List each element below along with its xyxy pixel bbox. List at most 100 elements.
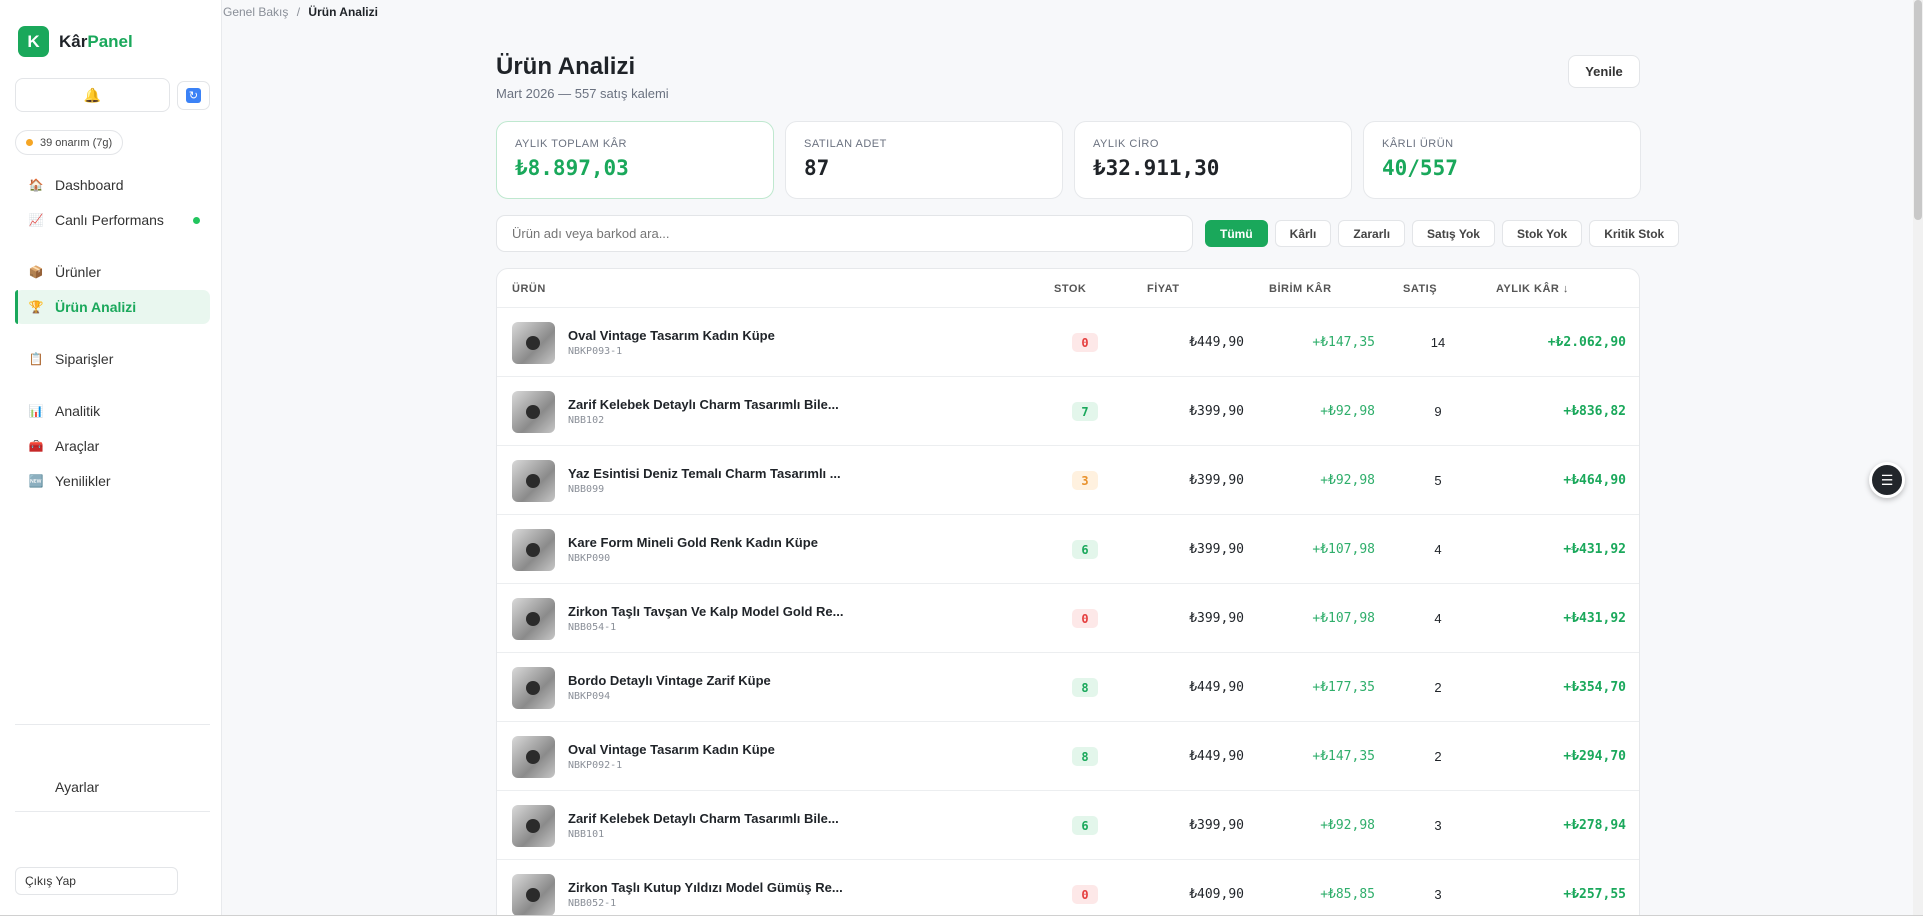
product-name[interactable]: Zarif Kelebek Detaylı Charm Tasarımlı Bi… bbox=[568, 397, 839, 412]
logout-button[interactable]: Çıkış Yap bbox=[15, 867, 178, 895]
price-cell: ₺449,90 bbox=[1189, 680, 1244, 695]
product-name[interactable]: Zirkon Taşlı Tavşan Ve Kalp Model Gold R… bbox=[568, 604, 843, 619]
scrollbar[interactable] bbox=[1913, 0, 1923, 916]
table-row[interactable]: Yaz Esintisi Deniz Temalı Charm Tasarıml… bbox=[497, 446, 1639, 515]
stock-badge: 3 bbox=[1072, 471, 1098, 490]
sidebar-item-tools[interactable]: 🧰 Araçlar bbox=[15, 429, 210, 463]
table-row[interactable]: Zarif Kelebek Detaylı Charm Tasarımlı Bi… bbox=[497, 377, 1639, 446]
price-cell: ₺449,90 bbox=[1189, 749, 1244, 764]
price-cell: ₺399,90 bbox=[1189, 818, 1244, 833]
product-thumbnail bbox=[512, 529, 555, 571]
table-row[interactable]: Oval Vintage Tasarım Kadın Küpe NBKP092-1… bbox=[497, 722, 1639, 791]
product-thumbnail bbox=[512, 598, 555, 640]
col-unit-profit[interactable]: BİRİM KÂR bbox=[1269, 283, 1332, 295]
filter-critical-stock[interactable]: Kritik Stok bbox=[1589, 220, 1680, 247]
brand[interactable]: K KârPanel bbox=[18, 26, 133, 57]
product-name[interactable]: Yaz Esintisi Deniz Temalı Charm Tasarıml… bbox=[568, 466, 841, 481]
stock-badge: 8 bbox=[1072, 747, 1098, 766]
approvals-label: 39 onarım (7g) bbox=[40, 136, 113, 149]
filter-out-of-stock[interactable]: Stok Yok bbox=[1501, 220, 1583, 247]
notifications-button[interactable]: 🔔 bbox=[15, 78, 170, 112]
sales-cell: 3 bbox=[1434, 818, 1442, 833]
filter-loss[interactable]: Zararlı bbox=[1338, 220, 1406, 247]
bell-icon: 🔔 bbox=[83, 86, 102, 103]
bar-chart-icon: 📊 bbox=[28, 404, 44, 418]
stat-label: AYLIK CİRO bbox=[1093, 138, 1159, 150]
sidebar-item-label: Analitik bbox=[55, 403, 101, 419]
sales-cell: 2 bbox=[1434, 680, 1442, 695]
sidebar-item-label: Canlı Performans bbox=[55, 212, 164, 228]
search-input[interactable] bbox=[496, 215, 1193, 252]
monthly-profit-cell: +₺431,92 bbox=[1563, 611, 1626, 626]
stock-badge: 0 bbox=[1072, 333, 1098, 352]
unit-profit-cell: +₺92,98 bbox=[1320, 818, 1375, 833]
filter-profitable[interactable]: Kârlı bbox=[1274, 220, 1332, 247]
col-monthly-profit[interactable]: AYLIK KÂR ↓ bbox=[1496, 283, 1569, 295]
product-thumbnail bbox=[512, 874, 555, 915]
table-body: Oval Vintage Tasarım Kadın Küpe NBKP093-1… bbox=[497, 308, 1639, 915]
unit-profit-cell: +₺107,98 bbox=[1312, 542, 1375, 557]
table-row[interactable]: Zirkon Taşlı Kutup Yıldızı Model Gümüş R… bbox=[497, 860, 1639, 915]
product-name[interactable]: Zarif Kelebek Detaylı Charm Tasarımlı Bi… bbox=[568, 811, 839, 826]
sidebar-item-orders[interactable]: 📋 Siparişler bbox=[15, 342, 210, 376]
page-title: Ürün Analizi bbox=[496, 53, 636, 80]
refresh-button[interactable]: Yenile bbox=[1568, 55, 1640, 88]
sales-cell: 2 bbox=[1434, 749, 1442, 764]
col-stock[interactable]: STOK bbox=[1054, 283, 1086, 295]
product-name[interactable]: Bordo Detaylı Vintage Zarif Küpe bbox=[568, 673, 771, 688]
product-name[interactable]: Kare Form Mineli Gold Renk Kadın Küpe bbox=[568, 535, 818, 550]
stock-badge: 6 bbox=[1072, 540, 1098, 559]
sidebar-item-product-analysis[interactable]: 🏆 Ürün Analizi bbox=[15, 290, 210, 324]
col-product[interactable]: ÜRÜN bbox=[512, 283, 546, 295]
status-dot-icon bbox=[26, 139, 33, 146]
col-sales[interactable]: SATIŞ bbox=[1403, 283, 1437, 295]
product-thumbnail bbox=[512, 460, 555, 502]
table-row[interactable]: Bordo Detaylı Vintage Zarif Küpe NBKP094 8… bbox=[497, 653, 1639, 722]
table-row[interactable]: Oval Vintage Tasarım Kadın Küpe NBKP093-1… bbox=[497, 308, 1639, 377]
filter-all[interactable]: Tümü bbox=[1205, 220, 1268, 247]
sidebar-item-dashboard[interactable]: 🏠 Dashboard bbox=[15, 168, 210, 202]
sidebar-item-analytics[interactable]: 📊 Analitik bbox=[15, 394, 210, 428]
table-row[interactable]: Kare Form Mineli Gold Renk Kadın Küpe NBK… bbox=[497, 515, 1639, 584]
sidebar-refresh-button[interactable]: ↻ bbox=[177, 81, 210, 110]
sidebar-divider bbox=[15, 724, 210, 725]
approvals-badge[interactable]: 39 onarım (7g) bbox=[15, 130, 124, 155]
sidebar-item-live-performance[interactable]: 📈 Canlı Performans bbox=[15, 203, 210, 237]
filter-no-sales[interactable]: Satış Yok bbox=[1412, 220, 1495, 247]
breadcrumb-root[interactable]: Genel Bakış bbox=[223, 5, 288, 19]
col-price[interactable]: FİYAT bbox=[1147, 283, 1179, 295]
table-row[interactable]: Zirkon Taşlı Tavşan Ve Kalp Model Gold R… bbox=[497, 584, 1639, 653]
sidebar-item-label: Ürünler bbox=[55, 264, 101, 280]
product-table: ÜRÜN STOK FİYAT BİRİM KÂR SATIŞ AYLIK KÂ… bbox=[496, 268, 1640, 916]
monthly-profit-cell: +₺278,94 bbox=[1563, 818, 1626, 833]
product-thumbnail bbox=[512, 805, 555, 847]
unit-profit-cell: +₺92,98 bbox=[1320, 473, 1375, 488]
monthly-profit-cell: +₺836,82 bbox=[1563, 404, 1626, 419]
unit-profit-cell: +₺92,98 bbox=[1320, 404, 1375, 419]
sidebar-item-products[interactable]: 📦 Ürünler bbox=[15, 255, 210, 289]
sales-cell: 9 bbox=[1434, 404, 1442, 419]
product-name[interactable]: Zirkon Taşlı Kutup Yıldızı Model Gümüş R… bbox=[568, 880, 843, 895]
scrollbar-thumb[interactable] bbox=[1914, 0, 1922, 220]
unit-profit-cell: +₺107,98 bbox=[1312, 611, 1375, 626]
table-row[interactable]: Zarif Kelebek Detaylı Charm Tasarımlı Bi… bbox=[497, 791, 1639, 860]
filter-chips: Tümü Kârlı Zararlı Satış Yok Stok Yok Kr… bbox=[1205, 220, 1680, 247]
product-sku: NBKP090 bbox=[568, 553, 611, 564]
product-name[interactable]: Oval Vintage Tasarım Kadın Küpe bbox=[568, 742, 775, 757]
product-name[interactable]: Oval Vintage Tasarım Kadın Küpe bbox=[568, 328, 775, 343]
stock-badge: 0 bbox=[1072, 609, 1098, 628]
price-cell: ₺449,90 bbox=[1189, 335, 1244, 350]
stat-card-units-sold: SATILAN ADET 87 bbox=[785, 121, 1063, 199]
product-sku: NBB101 bbox=[568, 829, 605, 840]
sidebar: K KârPanel 🔔 ↻ 39 onarım (7g) 🏠 Dashboar… bbox=[0, 0, 222, 916]
sidebar-divider bbox=[15, 811, 210, 812]
filter-fab-button[interactable]: ☰ bbox=[1869, 462, 1905, 498]
package-icon: 📦 bbox=[28, 265, 44, 279]
sidebar-item-label: Dashboard bbox=[55, 177, 124, 193]
sales-cell: 4 bbox=[1434, 542, 1442, 557]
sidebar-item-settings[interactable]: Ayarlar bbox=[15, 770, 210, 804]
table-header: ÜRÜN STOK FİYAT BİRİM KÂR SATIŞ AYLIK KÂ… bbox=[497, 269, 1639, 308]
product-sku: NBKP092-1 bbox=[568, 760, 623, 771]
sidebar-item-whats-new[interactable]: 🆕 Yenilikler bbox=[15, 464, 210, 498]
chart-up-icon: 📈 bbox=[28, 213, 44, 227]
